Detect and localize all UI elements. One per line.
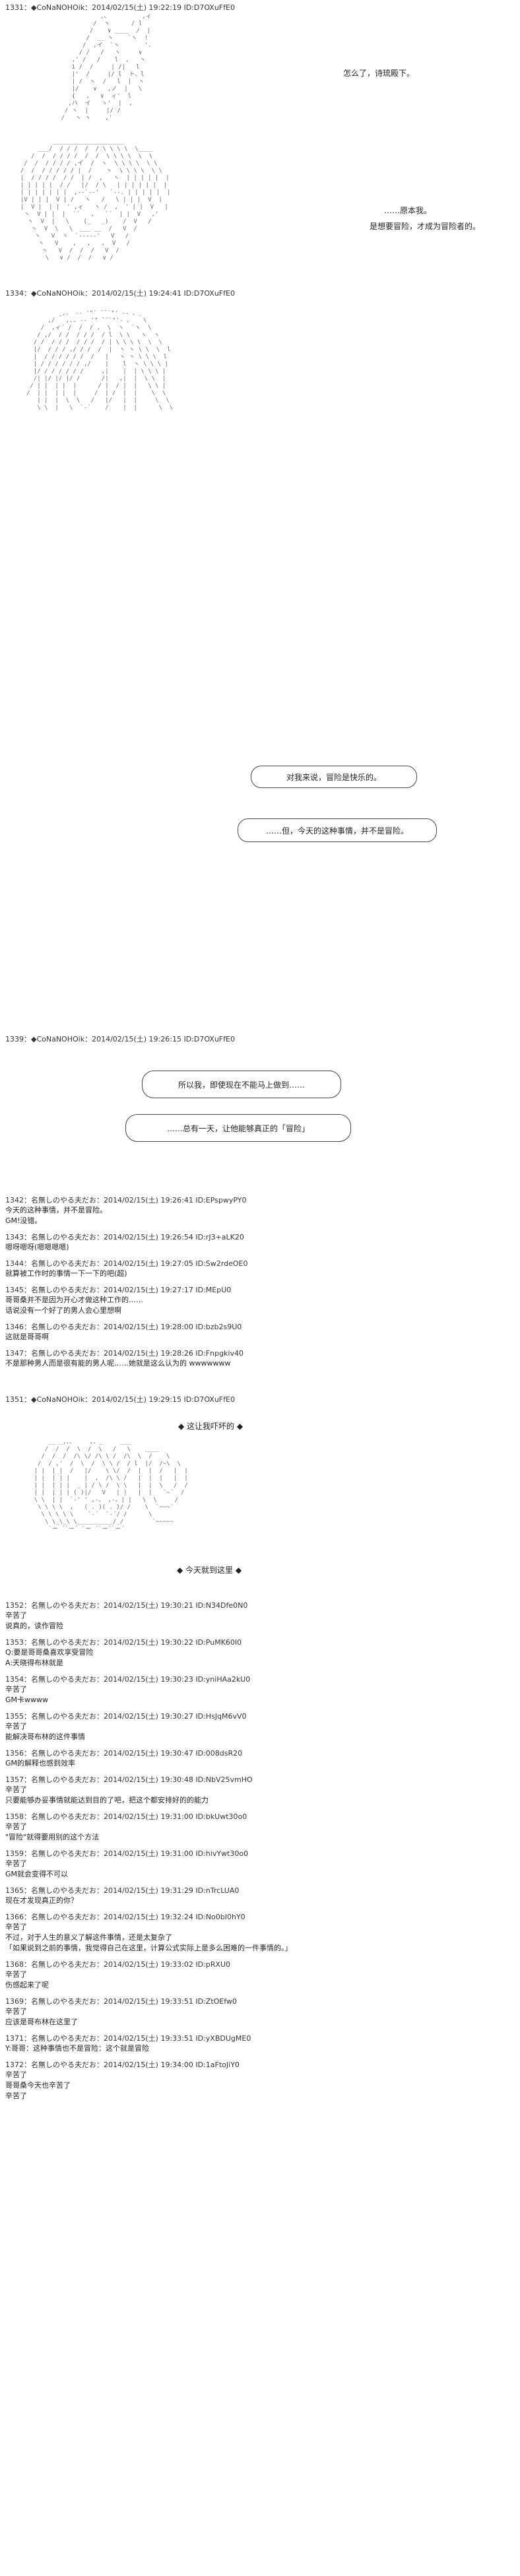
- post-header-1353: 1353：名無しのやる夫だお：2014/02/15(土) 19:30:22 ID…: [5, 1638, 242, 1647]
- post-body-1355: 辛苦了 能解决哥布林的这件事情: [5, 1722, 85, 1741]
- post-header-1339: 1339：◆CoNaNOHOik：2014/02/15(土) 19:26:15 …: [5, 1035, 235, 1043]
- post-body-1356: GM的解释也感到效率: [5, 1759, 76, 1767]
- post-body-1372: 辛苦了 哥哥桑今天也辛苦了 辛苦了: [5, 2070, 71, 2100]
- post-header-1345: 1345：名無しのやる夫だお：2014/02/15(土) 19:27:17 ID…: [5, 1286, 232, 1294]
- post-header-1347: 1347：名無しのやる夫だお：2014/02/15(土) 19:28:26 ID…: [5, 1349, 244, 1358]
- post-body-1358: 辛苦了 "冒险"就得要用别的这个方法: [5, 1822, 100, 1841]
- post-body-1343: 嗯呀嗯呀(嗯嗯嗯嗯): [5, 1243, 69, 1251]
- post-header-1356: 1356：名無しのやる夫だお：2014/02/15(土) 19:30:47 ID…: [5, 1749, 243, 1758]
- ascii-art-characters: __ _,、、 ,、_ ___ / / / \ / \ / \ ____ / /…: [34, 1439, 188, 1533]
- post-header-1352: 1352：名無しのやる夫だお：2014/02/15(土) 19:30:21 ID…: [5, 1601, 248, 1610]
- post-header-1351: 1351：◆CoNaNOHOik：2014/02/15(土) 19:29:15 …: [5, 1395, 235, 1404]
- post-header-1334: 1334：◆CoNaNOHOik：2014/02/15(土) 19:24:41 …: [5, 289, 235, 298]
- speech-bubble-2: ……但，今天的这种事情，并不是冒险。: [238, 818, 437, 842]
- speech-bubble-1: 对我来说，冒险是快乐的。: [251, 766, 417, 788]
- dialogue-line-2: ……原本我。: [384, 206, 432, 215]
- ascii-art-character-large: ____________________ ___/ / / / / / \ \ …: [20, 139, 171, 261]
- post-header-1369: 1369：名無しのやる夫だお：2014/02/15(土) 19:33:51 ID…: [5, 1997, 237, 2006]
- dialogue-box-2: ……总有一天，让他能够真正的「冒险」: [125, 1114, 351, 1142]
- post-body-1359: 辛苦了 GM就会变得不可以: [5, 1859, 69, 1878]
- page: 1331：◆CoNaNOHOik：2014/02/15(土) 19:22:19 …: [0, 0, 520, 2576]
- dialogue-line-3: 是想要冒险，才成为冒险者的。: [370, 222, 481, 231]
- post-header-1354: 1354：名無しのやる夫だお：2014/02/15(土) 19:30:23 ID…: [5, 1675, 251, 1684]
- post-body-1371: Y:哥哥：这种事情也不是冒险：这个就是冒险: [5, 2044, 149, 2053]
- post-body-1357: 辛苦了 只要能够办妥事情就能达到目的了吧，把这个都安排好的的能力: [5, 1785, 209, 1804]
- post-header-1344: 1344：名無しのやる夫だお：2014/02/15(土) 19:27:05 ID…: [5, 1259, 248, 1268]
- post-header-1357: 1357：名無しのやる夫だお：2014/02/15(土) 19:30:48 ID…: [5, 1775, 253, 1784]
- post-header-1366: 1366：名無しのやる夫だお：2014/02/15(土) 19:32:24 ID…: [5, 1913, 245, 1921]
- dialogue-box-1: 所以我，即使现在不能马上做到……: [142, 1071, 341, 1098]
- dialogue-line-1: 怎么了，诗琉殿下。: [343, 69, 415, 78]
- post-body-1342: 今天的这种事情，并不是冒险。 GM!没错。: [5, 1206, 107, 1225]
- post-body-1369: 辛苦了 应该是哥布林在这里了: [5, 2007, 78, 2026]
- post-header-1355: 1355：名無しのやる夫だお：2014/02/15(土) 19:30:27 ID…: [5, 1712, 247, 1721]
- post-header-1342: 1342：名無しのやる夫だお：2014/02/15(土) 19:26:41 ID…: [5, 1196, 247, 1205]
- post-header-1368: 1368：名無しのやる夫だお：2014/02/15(土) 19:33:02 ID…: [5, 1960, 231, 1969]
- ascii-art-character-hair: _,、 -‐ '"´ ̄ ̄ `"' ‐- 、_ ,/ ,.. -‐ '" ̄ …: [26, 310, 174, 411]
- post-header-1365: 1365：名無しのやる夫だお：2014/02/15(土) 19:31:29 ID…: [5, 1886, 240, 1895]
- post-body-1365: 现在才发现真正的你？: [5, 1896, 78, 1905]
- post-body-1346: 这就是哥哥啊: [5, 1333, 49, 1341]
- post-header-1343: 1343：名無しのやる夫だお：2014/02/15(土) 19:26:54 ID…: [5, 1233, 244, 1241]
- post-body-1354: 辛苦了 GM卡wwww: [5, 1685, 49, 1704]
- post-header-1346: 1346：名無しのやる夫だお：2014/02/15(土) 19:28:00 ID…: [5, 1323, 242, 1331]
- post-header-1359: 1359：名無しのやる夫だお：2014/02/15(土) 19:31:00 ID…: [5, 1849, 249, 1858]
- post-body-1344: 就算被工作时的事情一下一下的吧(超): [5, 1269, 127, 1278]
- post-header-1371: 1371：名無しのやる夫だお：2014/02/15(土) 19:33:51 ID…: [5, 2034, 251, 2043]
- ascii-art-character: ,、 ,ィ / ヽ / l / ∨ ____ / | / __ ヽ `ヽ ! /…: [61, 13, 152, 121]
- post-body-1368: 辛苦了 伤感起来了呢: [5, 1970, 49, 1989]
- section-heading-2: ◆ 今天就到这里 ◆: [177, 1566, 242, 1575]
- post-body-1352: 辛苦了 说真的，读作冒险: [5, 1611, 63, 1630]
- section-heading-1: ◆ 这让我吓坏的 ◆: [178, 1422, 244, 1431]
- post-header-1372: 1372：名無しのやる夫だお：2014/02/15(土) 19:34:00 ID…: [5, 2061, 240, 2069]
- post-body-1353: Q:要是哥哥桑喜欢享受冒险 A:天晓得布林就是: [5, 1648, 94, 1667]
- post-body-1347: 不是那种男人而是很有能的男人呢……她就是这么认为的 wwwwwww: [5, 1359, 231, 1368]
- post-body-1345: 哥哥桑并不是因为开心才做这种工作的…… 话说没有一个好了的男人会心里想啊: [5, 1296, 143, 1315]
- post-header-1358: 1358：名無しのやる夫だお：2014/02/15(土) 19:31:00 ID…: [5, 1812, 247, 1821]
- post-body-1366: 辛苦了 不过，对于人生的意义了解这件事情，还是太复杂了 「如果说到之前的事情，我…: [5, 1923, 292, 1952]
- post-header-1331: 1331：◆CoNaNOHOik：2014/02/15(土) 19:22:19 …: [5, 3, 235, 12]
